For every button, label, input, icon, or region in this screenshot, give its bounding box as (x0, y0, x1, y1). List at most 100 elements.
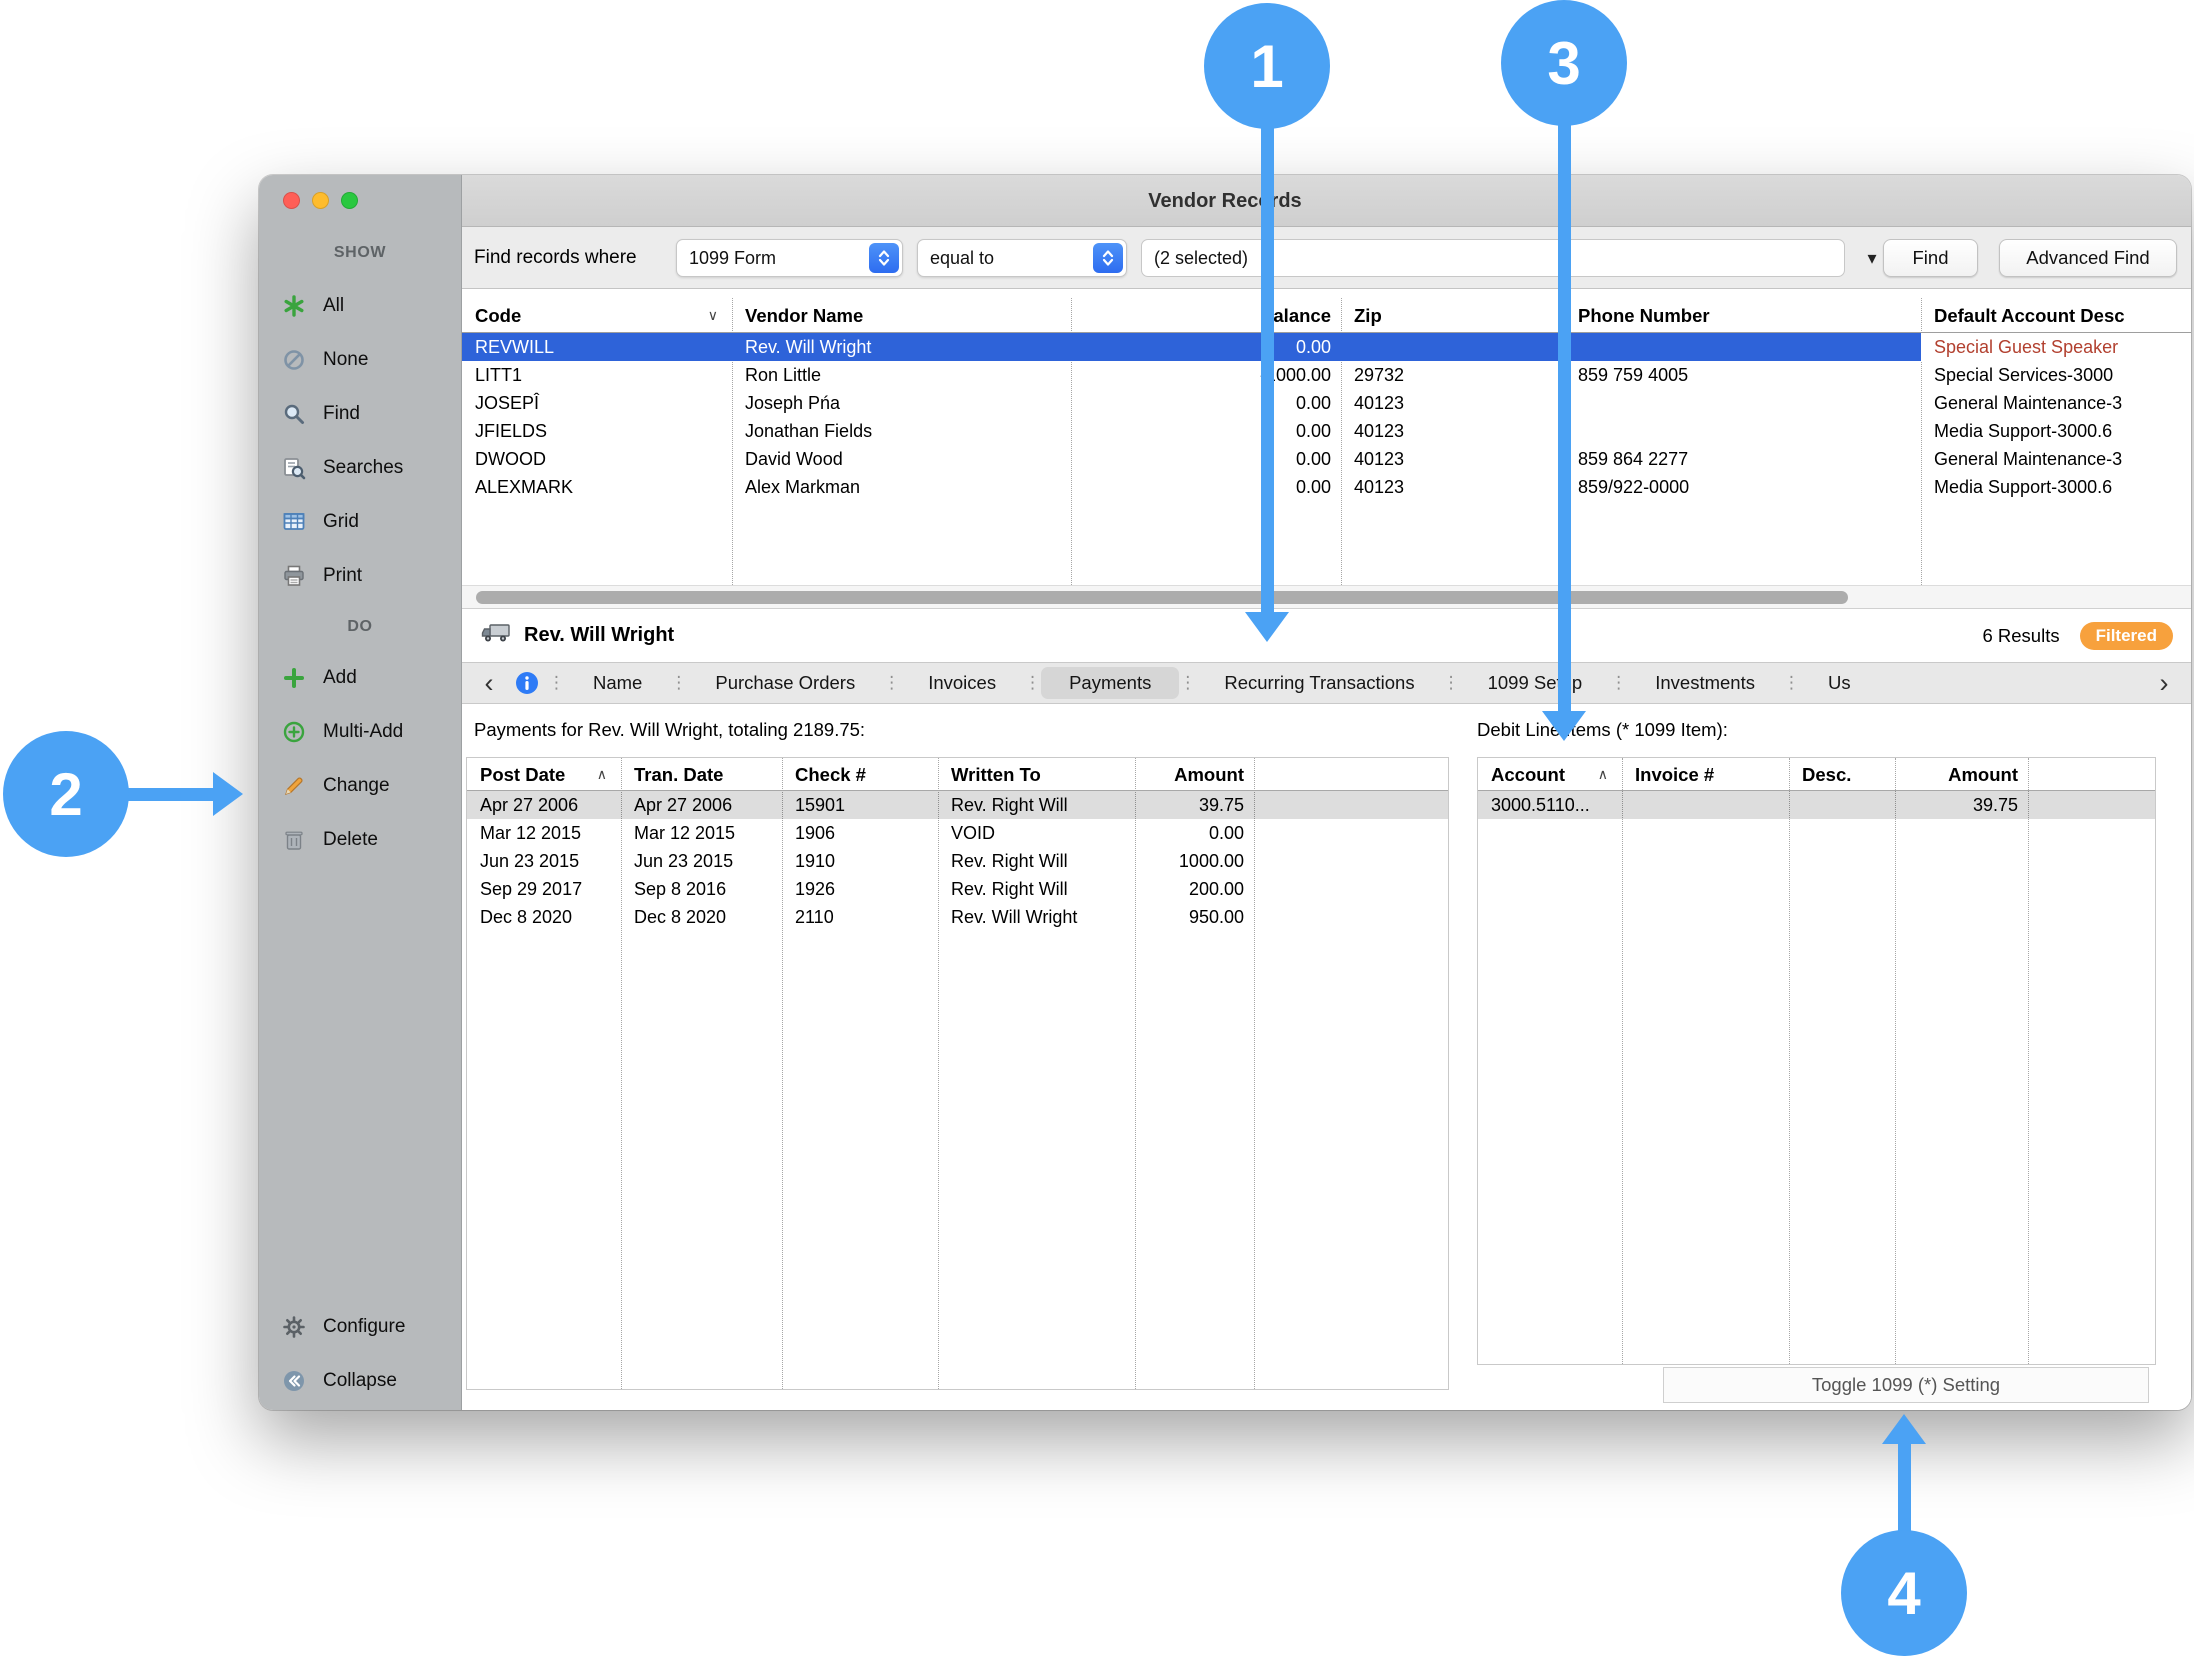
cell-check-no: 2110 (782, 903, 938, 931)
cell-default-account: Special Guest Speaker (1921, 333, 2191, 361)
cell-tran-date: Dec 8 2020 (621, 903, 782, 931)
vendor-row[interactable]: DWOOD David Wood 0.00 40123 859 864 2277… (462, 445, 2191, 473)
column-header-account[interactable]: Account∧ (1478, 758, 1622, 790)
printer-icon (281, 564, 307, 588)
find-button[interactable]: Find (1883, 239, 1978, 277)
cell-tran-date: Sep 8 2016 (621, 875, 782, 903)
search-value-input[interactable] (1141, 239, 1845, 277)
column-header-phone[interactable]: Phone Number (1565, 298, 1921, 332)
sidebar-item-print[interactable]: Print (259, 549, 461, 603)
tab-1099-setup[interactable]: 1099 Setup (1460, 663, 1611, 703)
sidebar-item-delete[interactable]: Delete (259, 813, 461, 867)
sidebar-item-add[interactable]: Add (259, 651, 461, 705)
payment-row[interactable]: Dec 8 2020 Dec 8 2020 2110 Rev. Will Wri… (467, 903, 1448, 931)
magnifier-icon (281, 402, 307, 426)
cell-vendor-name: Jonathan Fields (732, 417, 1071, 445)
sidebar-item-configure[interactable]: Configure (259, 1300, 461, 1354)
cell-amount: 1000.00 (1135, 847, 1254, 875)
cell-amount: 39.75 (1895, 791, 2028, 819)
cell-check-no: 1906 (782, 819, 938, 847)
column-header-desc[interactable]: Desc. (1789, 758, 1895, 790)
callout-4: 4 (1841, 1530, 1967, 1656)
column-header-amount[interactable]: Amount (1135, 758, 1254, 790)
vendor-row[interactable]: ALEXMARK Alex Markman 0.00 40123 859/922… (462, 473, 2191, 501)
column-header-code[interactable]: Code∨ (462, 298, 732, 332)
sort-ascending-icon: ∧ (1598, 758, 1608, 790)
cell-blank (1254, 791, 1450, 819)
column-header-balance[interactable]: Balance (1071, 298, 1341, 332)
cell-written-to: Rev. Will Wright (938, 903, 1135, 931)
tab-purchase-orders[interactable]: Purchase Orders (687, 663, 883, 703)
column-header-vendor-name[interactable]: Vendor Name (732, 298, 1071, 332)
cell-written-to: Rev. Right Will (938, 875, 1135, 903)
debit-row[interactable]: 3000.5110... 39.75 (1478, 791, 2155, 819)
sidebar-item-all[interactable]: All (259, 279, 461, 333)
payment-row[interactable]: Sep 29 2017 Sep 8 2016 1926 Rev. Right W… (467, 875, 1448, 903)
payment-row[interactable]: Jun 23 2015 Jun 23 2015 1910 Rev. Right … (467, 847, 1448, 875)
vendor-row[interactable]: JFIELDS Jonathan Fields 0.00 40123 Media… (462, 417, 2191, 445)
column-header-tran-date[interactable]: Tran. Date (621, 758, 782, 790)
disclosure-arrow-icon[interactable]: ▾ (1858, 241, 1886, 275)
horizontal-scrollbar[interactable] (462, 585, 2191, 609)
column-header-post-date[interactable]: Post Date∧ (467, 758, 621, 790)
cell-zip: 40123 (1341, 417, 1565, 445)
sidebar-item-none[interactable]: None (259, 333, 461, 387)
column-header-check-no[interactable]: Check # (782, 758, 938, 790)
vendor-row[interactable]: LITT1 Ron Little -1000.00 29732 859 759 … (462, 361, 2191, 389)
cell-blank (2028, 791, 2157, 819)
tab-invoices[interactable]: Invoices (900, 663, 1024, 703)
sidebar-item-change[interactable]: Change (259, 759, 461, 813)
sort-descending-icon: ∨ (708, 298, 718, 332)
minimize-button[interactable] (312, 192, 329, 209)
cell-tran-date: Mar 12 2015 (621, 819, 782, 847)
advanced-find-button[interactable]: Advanced Find (1999, 239, 2177, 277)
vendor-row[interactable]: REVWILL Rev. Will Wright 0.00 Special Gu… (462, 333, 2191, 361)
vendor-table-header: Code∨ Vendor Name Balance Zip Phone Numb… (462, 298, 2191, 333)
payment-row[interactable]: Mar 12 2015 Mar 12 2015 1906 VOID 0.00 (467, 819, 1448, 847)
cell-check-no: 1910 (782, 847, 938, 875)
column-divider (1789, 758, 1790, 1364)
column-header-blank (2028, 758, 2157, 790)
cell-post-date: Mar 12 2015 (467, 819, 621, 847)
info-icon[interactable] (514, 670, 540, 696)
sidebar-item-multi-add[interactable]: Multi-Add (259, 705, 461, 759)
cell-zip (1341, 333, 1565, 361)
tabs-scroll-right-icon[interactable]: › (2147, 663, 2181, 703)
tab-investments[interactable]: Investments (1627, 663, 1783, 703)
operator-dropdown[interactable]: equal to (917, 239, 1127, 277)
tab-users[interactable]: Us (1800, 663, 1879, 703)
sidebar-item-searches[interactable]: Searches (259, 441, 461, 495)
column-divider (2028, 758, 2029, 1364)
tab-separator: ⋮ (670, 673, 687, 693)
column-header-invoice-no[interactable]: Invoice # (1622, 758, 1789, 790)
horizontal-scrollbar-thumb[interactable] (476, 591, 1848, 604)
grid-icon (281, 510, 307, 534)
vendor-row[interactable]: JOSEPÎ Joseph Pńa 0.00 40123 General Mai… (462, 389, 2191, 417)
cell-phone: 859 864 2277 (1565, 445, 1921, 473)
tab-payments[interactable]: Payments (1041, 667, 1179, 699)
cell-balance: 0.00 (1071, 445, 1341, 473)
column-header-written-to[interactable]: Written To (938, 758, 1135, 790)
column-header-default-account[interactable]: Default Account Desc (1921, 298, 2191, 332)
find-bar: Find records where 1099 Form equal to ▾ … (462, 227, 2191, 289)
sidebar-item-grid[interactable]: Grid (259, 495, 461, 549)
zoom-button[interactable] (341, 192, 358, 209)
tab-name[interactable]: Name (565, 663, 670, 703)
cell-code: JOSEPÎ (462, 389, 732, 417)
tab-separator: ⋮ (883, 673, 900, 693)
callout-1: 1 (1204, 3, 1330, 129)
column-header-amount[interactable]: Amount (1895, 758, 2028, 790)
toggle-1099-setting-button[interactable]: Toggle 1099 (*) Setting (1663, 1367, 2149, 1403)
cell-check-no: 15901 (782, 791, 938, 819)
sidebar-item-find[interactable]: Find (259, 387, 461, 441)
column-header-zip[interactable]: Zip (1341, 298, 1565, 332)
tab-recurring-transactions[interactable]: Recurring Transactions (1196, 663, 1442, 703)
sidebar-item-collapse[interactable]: Collapse (259, 1354, 461, 1408)
tabs-scroll-left-icon[interactable]: ‹ (472, 663, 506, 703)
filtered-badge[interactable]: Filtered (2080, 622, 2173, 650)
payment-row[interactable]: Apr 27 2006 Apr 27 2006 15901 Rev. Right… (467, 791, 1448, 819)
cell-vendor-name: David Wood (732, 445, 1071, 473)
close-button[interactable] (283, 192, 300, 209)
cell-phone (1565, 333, 1921, 361)
field-dropdown[interactable]: 1099 Form (676, 239, 903, 277)
